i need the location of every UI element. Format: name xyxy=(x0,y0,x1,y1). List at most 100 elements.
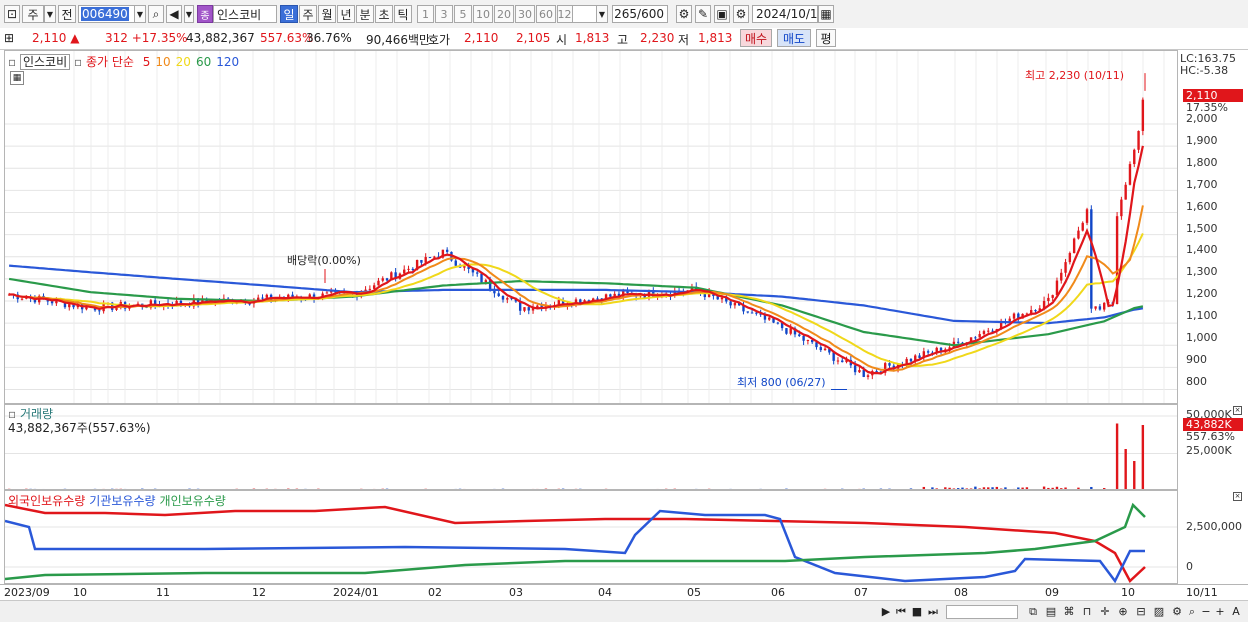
candle-body xyxy=(747,311,749,312)
market-dropdown-icon[interactable]: ▼ xyxy=(44,5,56,23)
window-icon[interactable]: ⊡ xyxy=(4,5,20,23)
interval-button[interactable]: 30 xyxy=(515,5,535,23)
dividend-note: 배당락(0.00%) xyxy=(285,252,363,268)
x-tick: 03 xyxy=(509,586,523,599)
candle-body xyxy=(1047,298,1049,301)
candle-body xyxy=(1034,310,1036,311)
buy-button[interactable]: 매수 xyxy=(740,29,772,47)
crosshair-icon[interactable]: ⊕ xyxy=(1116,604,1130,619)
save-icon[interactable]: ▣ xyxy=(714,5,730,23)
period-tab[interactable]: 월 xyxy=(318,5,336,23)
candle-body xyxy=(807,340,809,341)
cursor-icon[interactable]: ✛ xyxy=(1098,604,1112,619)
period-tab[interactable]: 틱 xyxy=(394,5,412,23)
volume-axis: 50,000K 43,882K 557.63% 25,000K × xyxy=(1178,404,1248,490)
speaker-dropdown-icon[interactable]: ▼ xyxy=(184,5,194,23)
period-tab[interactable]: 년 xyxy=(337,5,355,23)
stock-name-field[interactable]: 인스코비 xyxy=(213,5,277,23)
candle-body xyxy=(1137,131,1139,150)
date-input[interactable]: 2024/10/11 xyxy=(752,5,818,23)
period-tab[interactable]: 일 xyxy=(280,5,298,23)
quote-bar: ⊞ 2,110 ▲ 312 +17.35% 43,882,367 557.63%… xyxy=(0,28,1248,50)
calendar-icon[interactable]: ▦ xyxy=(818,5,834,23)
holder-pane[interactable]: 외국인보유수량기관보유수량개인보유수량 xyxy=(4,490,1178,584)
interval-button[interactable]: 20 xyxy=(494,5,514,23)
draw-tool-icon[interactable]: ✎ xyxy=(695,5,711,23)
link-icon[interactable]: ⌘ xyxy=(1062,604,1076,619)
candle-body xyxy=(476,272,478,273)
rewind-icon[interactable]: ⏮ xyxy=(894,604,908,619)
market-label: 주 xyxy=(27,6,38,23)
sell-button[interactable]: 매도 xyxy=(777,29,811,47)
price-tick: 1,100 xyxy=(1186,309,1218,322)
prev-button[interactable]: 전 xyxy=(58,5,76,23)
close-pane-icon[interactable]: × xyxy=(1233,406,1242,415)
interval-dropdown-icon[interactable]: ▼ xyxy=(596,5,608,23)
x-tick: 10 xyxy=(73,586,87,599)
interval-button[interactable]: 60 xyxy=(536,5,556,23)
search-icon[interactable]: ⌕ xyxy=(148,5,164,23)
candle-body xyxy=(386,278,388,280)
code-dropdown-icon[interactable]: ▼ xyxy=(134,5,146,23)
period-tab[interactable]: 주 xyxy=(299,5,317,23)
scroll-right-icon[interactable]: ▶ xyxy=(880,604,892,619)
vol-tick: 25,000K xyxy=(1186,444,1232,457)
interval-button[interactable]: 3 xyxy=(435,5,453,23)
stop-icon[interactable]: ■ xyxy=(910,604,924,619)
count-input[interactable]: 265/600 xyxy=(612,5,668,23)
image-icon[interactable]: ▨ xyxy=(1152,604,1166,619)
interval-button[interactable]: 10 xyxy=(473,5,493,23)
market-select[interactable]: 주 xyxy=(22,5,44,23)
x-tick: 07 xyxy=(854,586,868,599)
font-size-icon[interactable]: A xyxy=(1229,604,1243,619)
ruler-icon[interactable]: ⊟ xyxy=(1134,604,1148,619)
price-legend: ▫ 인스코비 ▫ 종가 단순 5102060120 xyxy=(8,53,239,70)
candle-body xyxy=(841,361,843,363)
interval-button[interactable]: 1 xyxy=(417,5,434,23)
high-label: 고 xyxy=(617,31,628,48)
interval-button[interactable]: 5 xyxy=(454,5,472,23)
settings-icon[interactable]: ⚙ xyxy=(1170,604,1184,619)
stock-type-badge: 종 xyxy=(197,5,213,23)
hc-label: HC:-5.38 xyxy=(1180,64,1228,77)
volume-bar xyxy=(1142,425,1144,490)
candle-body xyxy=(1103,303,1105,310)
layout-icon[interactable]: ▤ xyxy=(1044,604,1058,619)
compare-icon[interactable]: ⧉ xyxy=(1026,604,1040,619)
zoom-slider[interactable] xyxy=(946,605,1018,619)
grid-toggle-icon[interactable]: ▦ xyxy=(10,71,24,85)
price-pane[interactable]: ▫ 인스코비 ▫ 종가 단순 5102060120 ▦ 최고 2,230 (10… xyxy=(4,50,1178,404)
close-pane-icon[interactable]: × xyxy=(1233,492,1242,501)
volume-value-text: 43,882,367주(557.63%) xyxy=(8,419,151,436)
chart-settings-icon[interactable]: ⚙ xyxy=(676,5,692,23)
x-tick: 10/11 xyxy=(1186,586,1218,599)
candle-body xyxy=(446,250,448,252)
candle-body xyxy=(824,349,826,350)
bottom-toolbar: ▶ ⏮ ■ ⏭ ⧉ ▤ ⌘ ⊓ ✛ ⊕ ⊟ ▨ ⚙ ⌕ − + A xyxy=(0,600,1248,622)
period-tab[interactable]: 분 xyxy=(356,5,374,23)
candle-body xyxy=(1069,253,1071,262)
candle-body xyxy=(751,313,753,314)
zoom-icon[interactable]: ⌕ xyxy=(1186,604,1198,619)
zoom-out-icon[interactable]: − xyxy=(1200,604,1212,619)
ma-legend-5: 5 xyxy=(143,55,151,69)
candle-body xyxy=(927,351,929,352)
period-tab[interactable]: 초 xyxy=(375,5,393,23)
holder-line xyxy=(5,505,1145,581)
candle-body xyxy=(21,299,23,300)
candle-body xyxy=(455,261,457,266)
candle-body xyxy=(1142,100,1144,131)
candle-body xyxy=(837,361,839,362)
zoom-in-icon[interactable]: + xyxy=(1214,604,1226,619)
speaker-icon[interactable]: ◀ xyxy=(166,5,182,23)
magnet-icon[interactable]: ⊓ xyxy=(1080,604,1094,619)
ma-legend-120: 120 xyxy=(216,55,239,69)
avg-button[interactable]: 평 xyxy=(816,29,836,47)
high-note: 최고 2,230 (10/11) xyxy=(1023,67,1126,83)
ma-line xyxy=(9,146,1143,374)
candle-body xyxy=(1013,314,1015,319)
gear-icon[interactable]: ⚙ xyxy=(733,5,749,23)
forward-icon[interactable]: ⏭ xyxy=(926,604,940,619)
candle-body xyxy=(910,359,912,361)
volume-pane[interactable]: ▫ 거래량 43,882,367주(557.63%) xyxy=(4,404,1178,490)
